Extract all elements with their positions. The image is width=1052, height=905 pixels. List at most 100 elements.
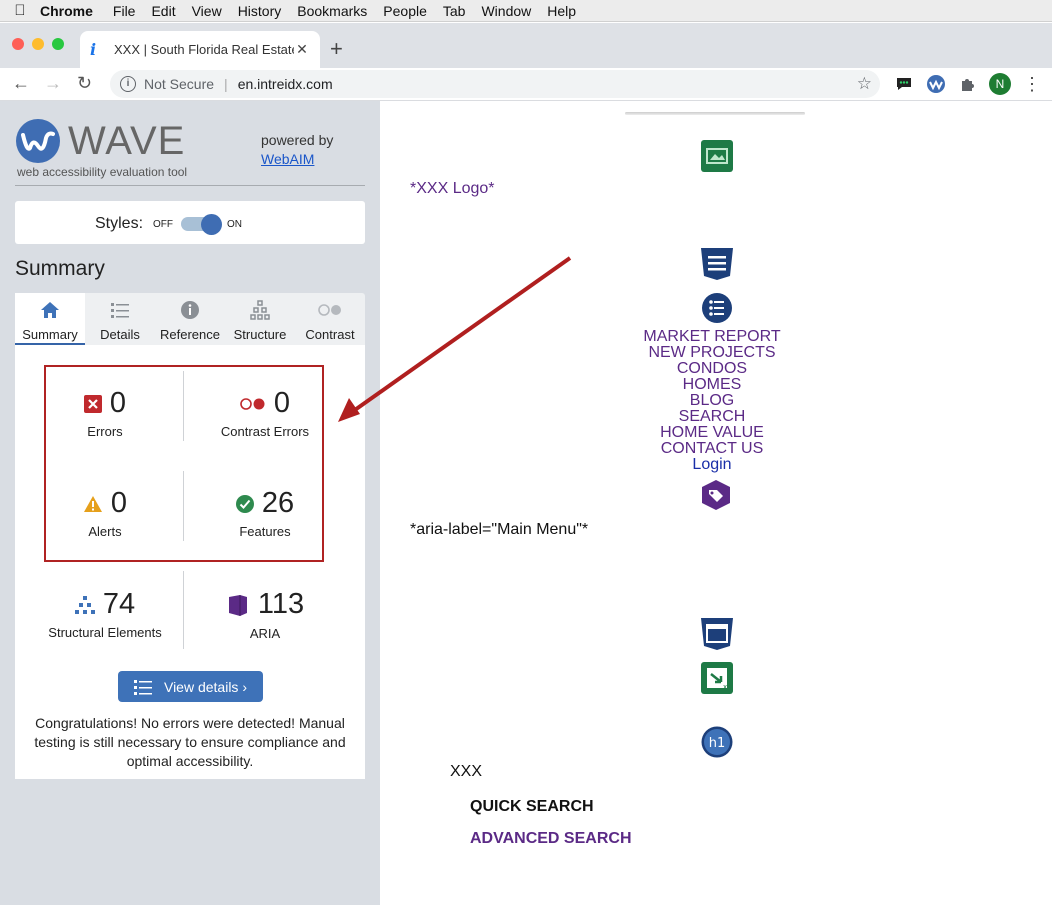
main-content-icon[interactable]	[699, 616, 735, 652]
url-text[interactable]: en.intreidx.com	[238, 76, 333, 92]
menu-app-name[interactable]: Chrome	[40, 3, 93, 19]
tab-reference-label: Reference	[160, 327, 220, 342]
details-list-icon	[133, 679, 152, 695]
stat-alerts: 0 Alerts	[35, 487, 175, 539]
menu-link-search[interactable]: SEARCH	[612, 409, 812, 425]
forward-icon[interactable]: →	[44, 73, 62, 94]
apple-icon[interactable]: 	[0, 2, 40, 19]
menu-link-condos[interactable]: CONDOS	[612, 361, 812, 377]
hierarchy-icon	[250, 300, 270, 320]
login-link[interactable]: Login	[612, 457, 812, 473]
menu-window[interactable]: Window	[481, 3, 531, 19]
security-label: Not Secure	[144, 76, 215, 92]
features-label: Features	[239, 524, 291, 539]
features-count: 26	[261, 487, 295, 519]
bookmark-star-icon[interactable]: ☆	[857, 74, 872, 94]
address-separator: |	[224, 76, 228, 92]
stat-divider	[183, 571, 184, 649]
quick-search-tab[interactable]: QUICK SEARCH	[470, 798, 594, 816]
menu-bookmarks[interactable]: Bookmarks	[297, 3, 367, 19]
styles-toggle-box: Styles: OFF ON	[15, 201, 365, 244]
tab-reference[interactable]: Reference	[155, 293, 225, 345]
menu-people[interactable]: People	[383, 3, 427, 19]
page-content: *XXX Logo* MARKET REPORT NEW PROJECTS CO…	[380, 101, 1052, 905]
more-menu-icon[interactable]: ⋮	[1020, 72, 1044, 96]
aria-count-row: 113	[226, 588, 304, 621]
close-window-button[interactable]	[12, 38, 24, 50]
main-menu: MARKET REPORT NEW PROJECTS CONDOS HOMES …	[612, 329, 812, 473]
heading-h1-icon[interactable]: h1	[701, 726, 733, 758]
new-tab-button[interactable]: +	[330, 36, 343, 62]
styles-toggle-knob[interactable]	[201, 214, 222, 235]
menu-help[interactable]: Help	[547, 3, 576, 19]
structural-label: Structural Elements	[48, 625, 162, 640]
profile-initial: N	[989, 73, 1011, 95]
tab-structure[interactable]: Structure	[225, 293, 295, 345]
menu-view[interactable]: View	[192, 3, 222, 19]
menu-link-blog[interactable]: BLOG	[612, 393, 812, 409]
feature-check-icon	[235, 494, 254, 513]
favicon-icon: i	[90, 40, 97, 59]
structural-count: 74	[102, 588, 136, 620]
stat-errors: 0 Errors	[35, 387, 175, 439]
stat-aria: 113 ARIA	[195, 588, 335, 641]
menu-link-homes[interactable]: HOMES	[612, 377, 812, 393]
aria-count: 113	[257, 588, 305, 620]
linked-image-icon[interactable]	[701, 140, 733, 172]
menu-link-new-projects[interactable]: NEW PROJECTS	[612, 345, 812, 361]
puzzle-extensions-icon[interactable]	[956, 72, 980, 96]
brand-divider	[15, 185, 365, 186]
view-details-button[interactable]: View details ›	[118, 671, 263, 702]
aria-cube-icon	[228, 594, 247, 616]
address-bar[interactable]: i Not Secure | en.intreidx.com ☆	[110, 70, 880, 98]
reload-icon[interactable]: ↻	[77, 73, 92, 94]
contrast-error-icon	[240, 397, 265, 410]
stat-divider	[183, 471, 184, 541]
minimize-window-button[interactable]	[32, 38, 44, 50]
menu-link-market-report[interactable]: MARKET REPORT	[612, 329, 812, 345]
congrats-message: Congratulations! No errors were detected…	[34, 715, 346, 769]
list-icon	[111, 303, 129, 318]
profile-avatar[interactable]: N	[988, 72, 1012, 96]
aria-label-tag-icon[interactable]	[700, 479, 732, 511]
tab-summary[interactable]: Summary	[15, 293, 85, 345]
structural-count-row: 74	[74, 588, 136, 621]
menu-edit[interactable]: Edit	[151, 3, 175, 19]
maximize-window-button[interactable]	[52, 38, 64, 50]
menu-link-home-value[interactable]: HOME VALUE	[612, 425, 812, 441]
svg-text:x: x	[723, 683, 727, 691]
menu-link-contact-us[interactable]: CONTACT US	[612, 441, 812, 457]
page-heading: XXX	[450, 763, 483, 780]
tab-summary-label: Summary	[22, 327, 78, 342]
skip-link-target-icon[interactable]: x	[701, 662, 733, 694]
tab-details[interactable]: Details	[85, 293, 155, 345]
webaim-link[interactable]: WebAIM	[261, 151, 314, 167]
navigation-icon[interactable]	[699, 246, 735, 282]
wave-logo-word: WAVE	[68, 119, 186, 163]
stat-features: 26 Features	[195, 487, 335, 539]
advanced-search-tab[interactable]: ADVANCED SEARCH	[470, 830, 632, 848]
menu-tab[interactable]: Tab	[443, 3, 466, 19]
contrast-label: Contrast Errors	[220, 424, 310, 439]
tab-strip: i XXX | South Florida Real Estate ✕ +	[0, 23, 1052, 68]
logo-alt-text: *XXX Logo*	[410, 180, 495, 197]
alerts-count: 0	[110, 487, 128, 519]
menu-history[interactable]: History	[238, 3, 282, 19]
summary-heading: Summary	[15, 257, 105, 280]
contrast-count: 0	[273, 387, 291, 419]
close-tab-icon[interactable]: ✕	[294, 41, 310, 58]
errors-count-row: 0	[83, 387, 126, 420]
alert-icon	[83, 495, 102, 512]
list-marker-icon[interactable]	[701, 292, 733, 324]
tab-contrast[interactable]: Contrast	[295, 293, 365, 345]
menu-file[interactable]: File	[113, 3, 136, 19]
powered-by-text: powered by	[261, 132, 334, 148]
wave-extension-icon[interactable]	[924, 72, 948, 96]
back-icon[interactable]: ←	[12, 73, 30, 94]
errors-label: Errors	[87, 424, 123, 439]
info-icon[interactable]: i	[120, 76, 136, 92]
wave-tabs: Summary Details Reference Structure Cont…	[15, 293, 365, 345]
chat-extension-icon[interactable]	[892, 72, 916, 96]
browser-tab[interactable]: i XXX | South Florida Real Estate ✕	[80, 31, 320, 68]
aria-label: ARIA	[249, 625, 281, 641]
